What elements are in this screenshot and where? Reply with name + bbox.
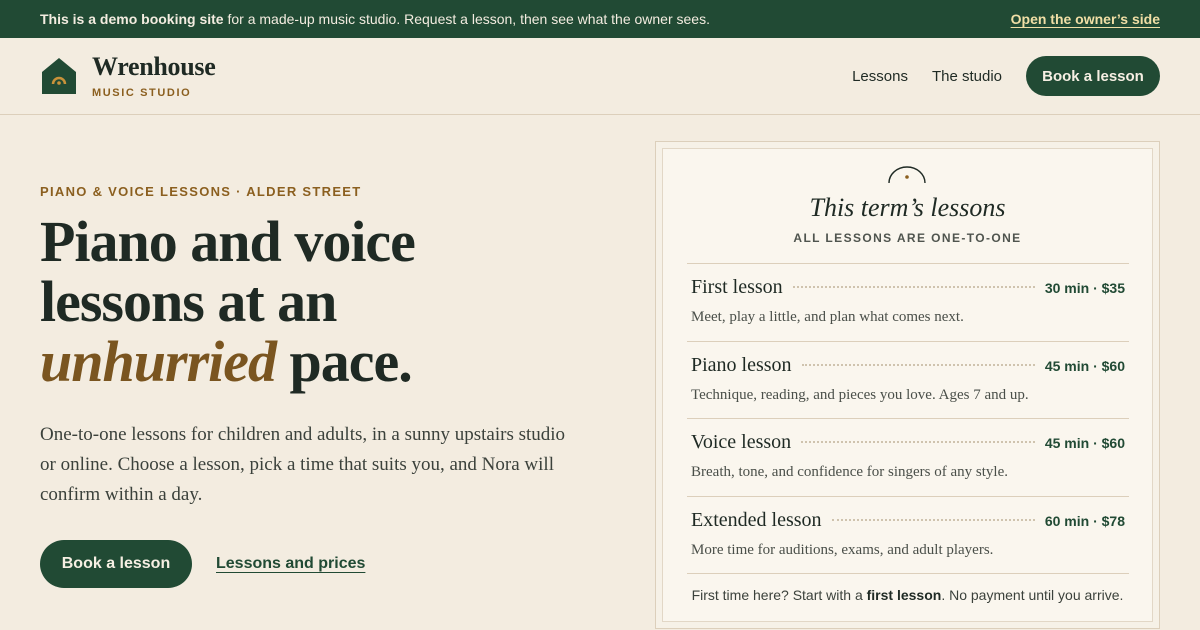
hero-actions: Book a lesson Lessons and prices	[40, 540, 365, 588]
hero-headline: Piano and voice lessons at an unhurried …	[40, 212, 600, 392]
demo-banner: This is a demo booking site for a made-u…	[0, 0, 1200, 38]
leader-dots	[831, 518, 1035, 521]
card-footer-divider	[687, 573, 1129, 574]
lesson-description: Breath, tone, and confidence for singers…	[691, 464, 1008, 480]
leader-dots	[801, 363, 1035, 366]
headline-line-2: lessons at an	[40, 269, 337, 334]
banner-text: for a made-up music studio. Request a le…	[223, 11, 710, 27]
card-title: This term’s lessons	[809, 193, 1006, 222]
lesson-item[interactable]: Extended lesson 60 min · $78 More time f…	[687, 495, 1129, 574]
arch-icon	[888, 166, 926, 184]
brand-subtitle: MUSIC STUDIO	[92, 86, 192, 99]
hero-eyebrow: PIANO & VOICE LESSONS · ALDER STREET	[40, 184, 362, 199]
hero-book-lesson-button[interactable]: Book a lesson	[40, 540, 192, 588]
lesson-name: Voice lesson	[691, 431, 792, 453]
lesson-name: Piano lesson	[691, 353, 792, 376]
lessons-card-inner: This term’s lessons ALL LESSONS ARE ONE-…	[662, 148, 1153, 622]
lesson-price: 45 min · $60	[1044, 435, 1125, 451]
lesson-item[interactable]: Voice lesson 45 min · $60 Breath, tone, …	[687, 418, 1129, 496]
lesson-name: Extended lesson	[691, 508, 822, 531]
lesson-name: First lesson	[691, 276, 783, 298]
lesson-price: 60 min · $78	[1044, 512, 1125, 529]
footer-text-pre: First time here? Start with a	[691, 587, 867, 603]
main-nav: Lessons The studio Book a lesson	[852, 56, 1160, 96]
lesson-price: 45 min · $60	[1044, 357, 1125, 374]
headline-line-1: Piano and voice	[40, 209, 416, 274]
lessons-card: This term’s lessons ALL LESSONS ARE ONE-…	[655, 141, 1160, 629]
header-book-lesson-button[interactable]: Book a lesson	[1026, 56, 1160, 96]
lessons-and-prices-link[interactable]: Lessons and prices	[216, 555, 365, 573]
hero-description: One-to-one lessons for children and adul…	[40, 424, 566, 505]
lesson-price: 30 min · $35	[1044, 280, 1125, 296]
site-header: Wrenhouse MUSIC STUDIO Lessons The studi…	[0, 38, 1200, 115]
headline-line-3: pace.	[276, 329, 413, 394]
lessons-list: First lesson 30 min · $35 Meet, play a l…	[687, 263, 1129, 573]
leader-dots	[801, 441, 1035, 443]
card-subtitle: ALL LESSONS ARE ONE-TO-ONE	[793, 231, 1022, 245]
brand-name: Wrenhouse	[92, 51, 216, 81]
lesson-description: More time for auditions, exams, and adul…	[691, 541, 994, 558]
lesson-item[interactable]: Piano lesson 45 min · $60 Technique, rea…	[687, 340, 1129, 419]
footer-text-bold: first lesson	[866, 587, 942, 603]
brand-home-link[interactable]: Wrenhouse MUSIC STUDIO	[42, 51, 216, 99]
lesson-item[interactable]: First lesson 30 min · $35 Meet, play a l…	[687, 263, 1129, 341]
headline-emphasis: unhurried	[40, 329, 277, 394]
nav-lessons-link[interactable]: Lessons	[852, 68, 908, 85]
lesson-description: Technique, reading, and pieces you love.…	[691, 386, 1029, 403]
footer-text-post: . No payment until you arrive.	[941, 587, 1124, 603]
nav-studio-link[interactable]: The studio	[932, 68, 1002, 85]
banner-bold-text: This is a demo booking site	[40, 11, 224, 27]
card-footer-note: First time here? Start with a first less…	[663, 587, 1152, 603]
house-icon	[42, 58, 76, 94]
open-owner-side-link[interactable]: Open the owner’s side	[1011, 11, 1160, 27]
leader-dots	[792, 286, 1035, 288]
lesson-description: Meet, play a little, and plan what comes…	[691, 309, 964, 325]
banner-message: This is a demo booking site for a made-u…	[40, 11, 710, 27]
